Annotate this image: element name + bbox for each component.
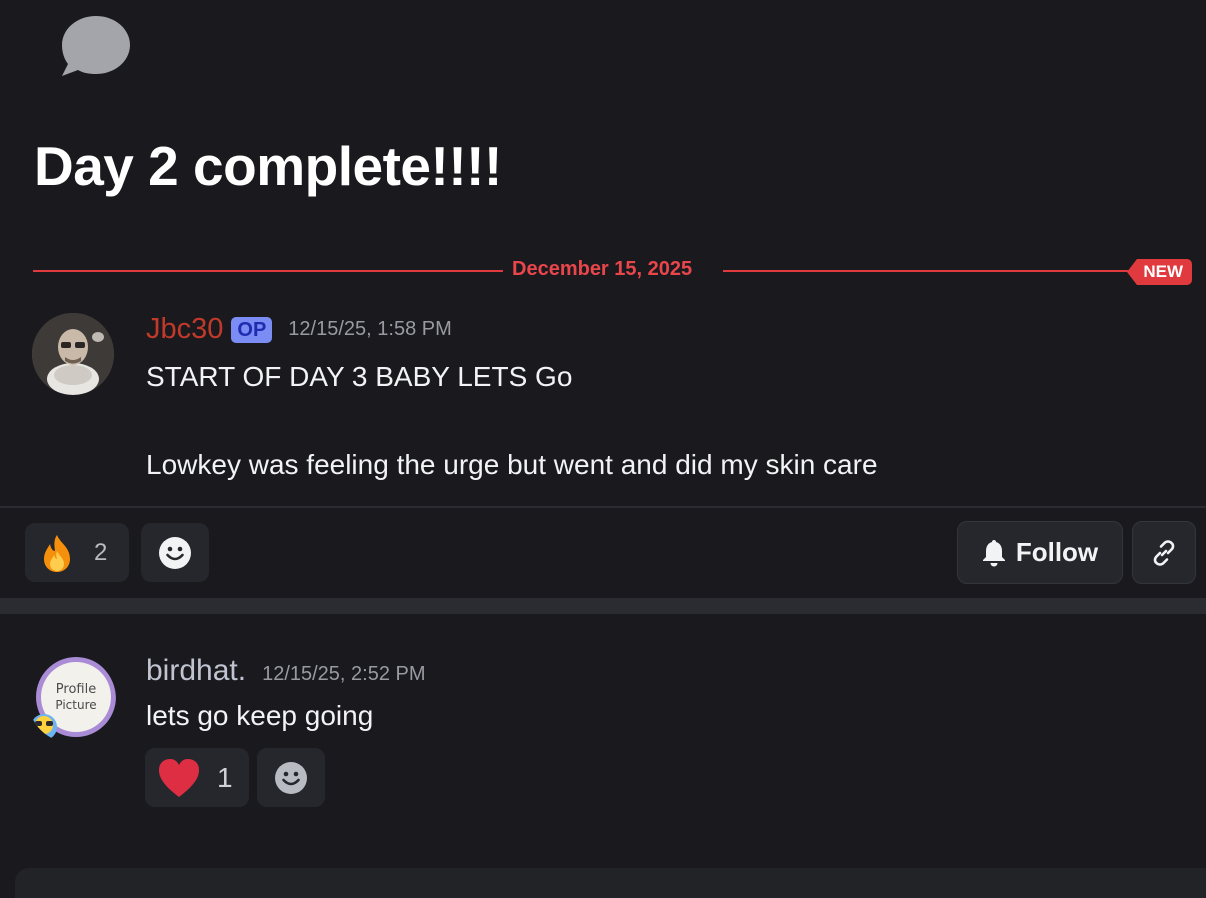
- username[interactable]: Jbc30: [146, 313, 223, 346]
- new-messages-divider: December 15, 2025 NEW: [33, 256, 1193, 286]
- avatar-caption: Picture: [55, 698, 96, 712]
- reaction-count: 2: [94, 538, 108, 566]
- smiley-icon: [275, 761, 307, 794]
- section-band: [0, 598, 1206, 614]
- new-badge: NEW: [1127, 259, 1192, 285]
- message-text: Lowkey was feeling the urge but went and…: [146, 449, 878, 480]
- username[interactable]: birdhat.: [146, 654, 246, 688]
- message-text: lets go keep going: [146, 700, 374, 731]
- reaction-count: 1: [217, 761, 233, 793]
- timestamp: 12/15/25, 2:52 PM: [262, 663, 426, 685]
- separator: [0, 506, 1206, 508]
- bell-icon: [982, 539, 1005, 566]
- thread-title: Day 2 complete!!!!: [34, 135, 502, 197]
- timestamp: 12/15/25, 1:58 PM: [288, 318, 452, 340]
- link-icon: [1153, 539, 1175, 566]
- avatar[interactable]: [32, 313, 114, 395]
- message-header: Jbc30 OP 12/15/25, 1:58 PM: [146, 313, 452, 346]
- copy-link-button[interactable]: [1132, 521, 1196, 584]
- message-header: birdhat. 12/15/25, 2:52 PM: [146, 654, 426, 688]
- follow-button[interactable]: Follow: [957, 521, 1123, 584]
- op-tag: OP: [231, 316, 273, 343]
- speech-bubble-icon: [62, 16, 130, 76]
- avatar[interactable]: Profile Picture: [28, 655, 116, 743]
- divider-date: December 15, 2025: [512, 258, 693, 280]
- divider-line-left: [33, 270, 503, 272]
- avatar-image: Profile Picture: [31, 657, 116, 740]
- reaction-heart[interactable]: 1: [145, 748, 249, 807]
- avatar-image: [32, 313, 114, 395]
- heart-emoji: [159, 758, 199, 797]
- reaction-fire[interactable]: 2: [25, 523, 129, 582]
- fire-emoji: [44, 534, 70, 572]
- smiley-icon: [159, 536, 191, 569]
- add-reaction-button[interactable]: [257, 748, 325, 807]
- message-composer[interactable]: [15, 868, 1206, 898]
- divider-line-right: [723, 270, 1129, 272]
- message-text: START OF DAY 3 BABY LETS Go: [146, 361, 573, 392]
- add-reaction-button[interactable]: [141, 523, 209, 582]
- avatar-caption: Profile: [56, 682, 96, 697]
- follow-label: Follow: [1015, 537, 1099, 567]
